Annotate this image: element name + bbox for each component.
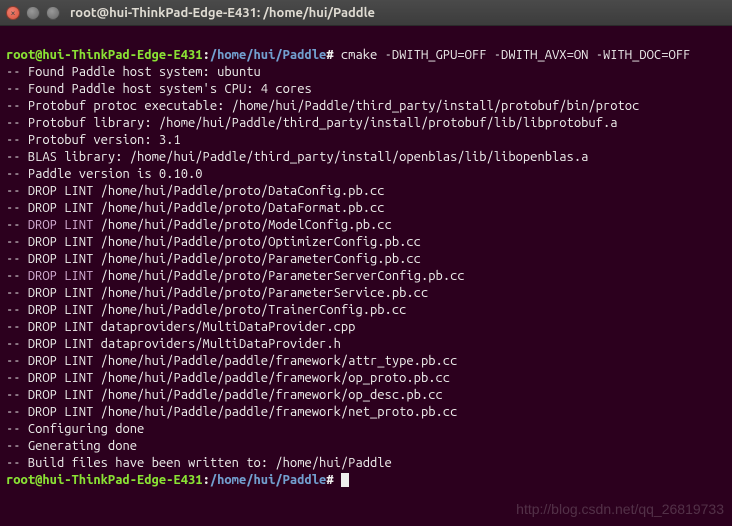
output-line: -- Configuring done bbox=[6, 421, 726, 438]
output-line: -- DROP LINT dataproviders/MultiDataProv… bbox=[6, 336, 726, 353]
prompt-path-2: /home/hui/Paddle bbox=[210, 473, 326, 487]
output-line: -- Generating done bbox=[6, 438, 726, 455]
output-line: -- DROP LINT /home/hui/Paddle/proto/Data… bbox=[6, 183, 726, 200]
watermark-text: http://blog.csdn.net/qq_26819733 bbox=[516, 501, 724, 518]
output-line: -- Found Paddle host system's CPU: 4 cor… bbox=[6, 81, 726, 98]
close-icon[interactable]: × bbox=[6, 6, 20, 20]
window-titlebar: × root@hui-ThinkPad-Edge-E431: /home/hui… bbox=[0, 0, 732, 26]
cursor-icon bbox=[341, 473, 349, 487]
terminal-output: -- Found Paddle host system: ubuntu-- Fo… bbox=[6, 64, 726, 472]
output-line: -- DROP LINT dataproviders/MultiDataProv… bbox=[6, 319, 726, 336]
output-line: -- DROP LINT /home/hui/Paddle/proto/Mode… bbox=[6, 217, 726, 234]
drop-lint-label: DROP LINT bbox=[28, 218, 94, 232]
prompt-user-host-2: root@hui-ThinkPad-Edge-E431 bbox=[6, 473, 203, 487]
command-text: cmake -DWITH_GPU=OFF -DWITH_AVX=ON -WITH… bbox=[341, 48, 690, 62]
prompt-user-host: root@hui-ThinkPad-Edge-E431 bbox=[6, 48, 203, 62]
prompt-separator-hash: # bbox=[326, 48, 333, 62]
output-line: -- DROP LINT /home/hui/Paddle/paddle/fra… bbox=[6, 353, 726, 370]
output-line: -- DROP LINT /home/hui/Paddle/paddle/fra… bbox=[6, 370, 726, 387]
output-line: -- DROP LINT /home/hui/Paddle/proto/Para… bbox=[6, 285, 726, 302]
prompt-path: /home/hui/Paddle bbox=[210, 48, 326, 62]
output-line: -- DROP LINT /home/hui/Paddle/proto/Data… bbox=[6, 200, 726, 217]
output-line: -- DROP LINT /home/hui/Paddle/proto/Para… bbox=[6, 268, 726, 285]
output-line: -- DROP LINT /home/hui/Paddle/proto/Trai… bbox=[6, 302, 726, 319]
output-line: -- DROP LINT /home/hui/Paddle/paddle/fra… bbox=[6, 404, 726, 421]
prompt-separator-colon: : bbox=[203, 48, 210, 62]
minimize-icon[interactable] bbox=[26, 6, 40, 20]
output-line: -- DROP LINT /home/hui/Paddle/proto/Para… bbox=[6, 251, 726, 268]
drop-lint-label: DROP LINT bbox=[28, 269, 94, 283]
output-line: -- DROP LINT /home/hui/Paddle/paddle/fra… bbox=[6, 387, 726, 404]
output-line: -- Protobuf version: 3.1 bbox=[6, 132, 726, 149]
maximize-icon[interactable] bbox=[46, 6, 60, 20]
prompt-separator-hash-2: # bbox=[326, 473, 333, 487]
prompt-separator-colon-2: : bbox=[203, 473, 210, 487]
window-controls: × bbox=[6, 6, 60, 20]
output-line: -- Protobuf library: /home/hui/Paddle/th… bbox=[6, 115, 726, 132]
window-title: root@hui-ThinkPad-Edge-E431: /home/hui/P… bbox=[70, 6, 375, 20]
output-line: -- Found Paddle host system: ubuntu bbox=[6, 64, 726, 81]
output-line: -- Protobuf protoc executable: /home/hui… bbox=[6, 98, 726, 115]
output-line: -- Build files have been written to: /ho… bbox=[6, 455, 726, 472]
output-line: -- BLAS library: /home/hui/Paddle/third_… bbox=[6, 149, 726, 166]
output-line: -- Paddle version is 0.10.0 bbox=[6, 166, 726, 183]
terminal-body[interactable]: root@hui-ThinkPad-Edge-E431:/home/hui/Pa… bbox=[0, 26, 732, 526]
output-line: -- DROP LINT /home/hui/Paddle/proto/Opti… bbox=[6, 234, 726, 251]
